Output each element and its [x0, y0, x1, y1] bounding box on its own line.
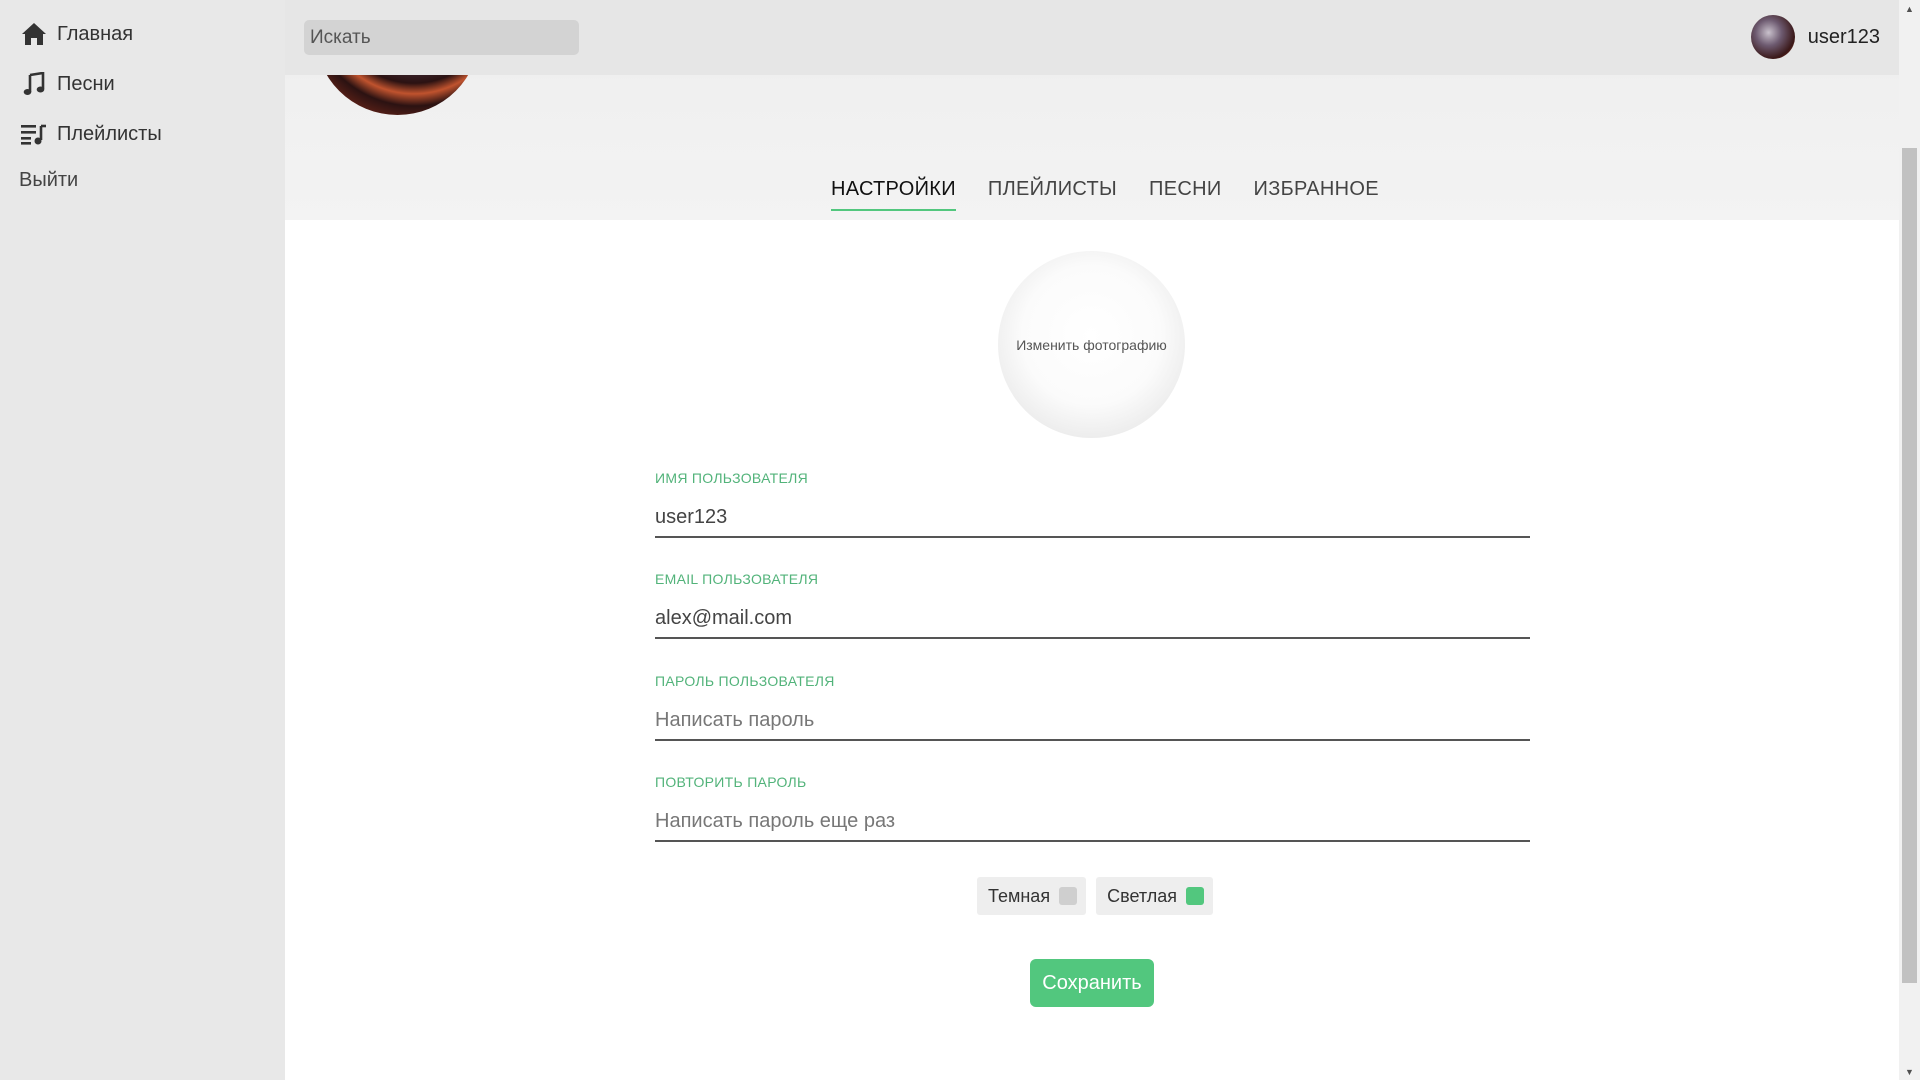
home-icon [20, 20, 48, 48]
sidebar-item-label: Плейлисты [57, 122, 162, 145]
theme-dark-checkbox[interactable] [1059, 887, 1078, 905]
logout-link[interactable]: Выйти [19, 160, 78, 200]
sidebar-item-home[interactable]: Главная [20, 14, 133, 54]
sidebar-item-playlists[interactable]: Плейлисты [20, 114, 162, 154]
email-field: EMAIL ПОЛЬЗОВАТЕЛЯ [655, 571, 1530, 639]
username-field: ИМЯ ПОЛЬЗОВАТЕЛЯ [655, 470, 1530, 538]
theme-label: Светлая [1107, 885, 1177, 906]
top-bar: user123 [285, 0, 1899, 75]
tab-settings[interactable]: НАСТРОЙКИ [831, 165, 956, 211]
username-label[interactable]: user123 [1808, 26, 1880, 49]
field-label: ИМЯ ПОЛЬЗОВАТЕЛЯ [655, 470, 809, 486]
field-label: ПАРОЛЬ ПОЛЬЗОВАТЕЛЯ [655, 673, 835, 689]
avatar[interactable] [1750, 15, 1795, 59]
tab-songs[interactable]: ПЕСНИ [1149, 165, 1221, 211]
theme-dark-option[interactable]: Темная [977, 877, 1087, 915]
email-input[interactable] [655, 607, 1530, 639]
change-photo-button[interactable]: Изменить фотографию [998, 251, 1185, 438]
playlist-icon [20, 120, 48, 148]
scroll-thumb[interactable] [1902, 148, 1917, 983]
theme-selector: Темная Светлая [977, 877, 1213, 915]
tab-playlists[interactable]: ПЛЕЙЛИСТЫ [988, 165, 1117, 211]
save-button[interactable]: Сохранить [1030, 959, 1154, 1007]
theme-light-checkbox[interactable] [1185, 887, 1204, 905]
sidebar: Главная Песни Плейлисты Выйти [0, 0, 285, 1080]
username-input[interactable] [655, 506, 1530, 538]
scrollbar[interactable]: ▲ ▼ [1899, 0, 1920, 1080]
field-label: EMAIL ПОЛЬЗОВАТЕЛЯ [655, 571, 819, 587]
sidebar-item-label: Песни [57, 72, 115, 95]
scroll-up-icon[interactable]: ▲ [1899, 0, 1920, 17]
sidebar-item-songs[interactable]: Песни [20, 64, 115, 104]
password-field: ПАРОЛЬ ПОЛЬЗОВАТЕЛЯ [655, 673, 1530, 741]
music-note-icon [20, 70, 48, 98]
tab-favorites[interactable]: ИЗБРАННОЕ [1254, 165, 1379, 211]
password-repeat-input[interactable] [655, 810, 1530, 842]
password-repeat-field: ПОВТОРИТЬ ПАРОЛЬ [655, 774, 1530, 842]
theme-light-option[interactable]: Светлая [1096, 877, 1213, 915]
user-menu[interactable]: user123 [1750, 15, 1880, 59]
theme-label: Темная [988, 885, 1051, 906]
field-label: ПОВТОРИТЬ ПАРОЛЬ [655, 774, 807, 790]
password-input[interactable] [655, 709, 1530, 741]
profile-tabs: НАСТРОЙКИ ПЛЕЙЛИСТЫ ПЕСНИ ИЗБРАННОЕ [831, 165, 1411, 211]
scroll-down-icon[interactable]: ▼ [1899, 1063, 1920, 1080]
sidebar-item-label: Главная [57, 22, 134, 45]
search-input[interactable] [304, 20, 579, 55]
main-content: user123 НАСТРОЙКИ ПЛЕЙЛИСТЫ ПЕСНИ ИЗБРАН… [285, 0, 1899, 1080]
